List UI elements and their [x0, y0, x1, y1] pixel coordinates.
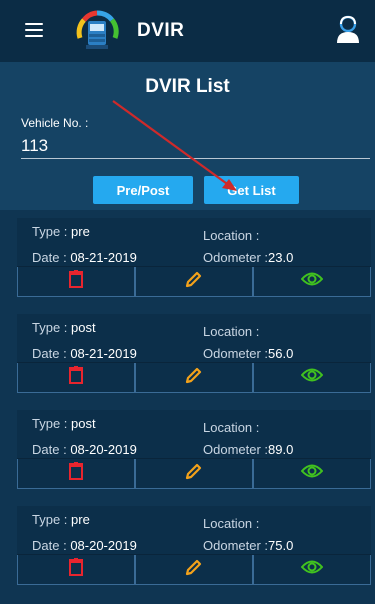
user-icon[interactable] — [335, 14, 361, 44]
type-value: pre — [71, 224, 90, 239]
dvir-card: Type : pre Location : Date : 08-20-2019 Od… — [17, 506, 371, 585]
dvir-card-info: Type : pre Location : Date : 08-20-2019 Od… — [17, 506, 371, 554]
type-row: Type : post — [32, 320, 96, 338]
view-button[interactable] — [253, 363, 371, 393]
type-value: post — [71, 320, 96, 335]
pencil-icon — [185, 462, 203, 485]
type-value: post — [71, 416, 96, 431]
odometer-value: 75.0 — [268, 538, 294, 553]
view-button[interactable] — [253, 555, 371, 585]
type-label: Type : — [32, 512, 68, 527]
eye-icon — [300, 463, 324, 484]
dvir-card-info: Type : post Location : Date : 08-20-2019 O… — [17, 410, 371, 458]
odometer-label: Odometer : — [203, 346, 269, 361]
pencil-icon — [185, 558, 203, 581]
dvir-card-info: Type : pre Location : Date : 08-21-2019 Od… — [17, 218, 371, 266]
vehicle-label: Vehicle No. : — [21, 116, 89, 130]
type-label: Type : — [32, 320, 68, 335]
odometer-label: Odometer : — [203, 538, 269, 553]
pre-post-button[interactable]: Pre/Post — [93, 176, 193, 204]
type-row: Type : pre — [32, 512, 90, 530]
pencil-icon — [185, 270, 203, 293]
view-button[interactable] — [253, 267, 371, 297]
type-label: Type : — [32, 416, 68, 431]
trash-icon — [69, 366, 83, 389]
trash-icon — [69, 270, 83, 293]
location-row: Location : — [203, 420, 259, 438]
card-actions — [17, 362, 371, 393]
delete-button[interactable] — [17, 363, 135, 393]
edit-button[interactable] — [135, 267, 253, 297]
trash-icon — [69, 558, 83, 581]
vehicle-number-input[interactable] — [21, 134, 370, 159]
app-title: DVIR — [137, 20, 185, 41]
card-actions — [17, 458, 371, 489]
date-label: Date : — [32, 346, 67, 361]
date-label: Date : — [32, 442, 67, 457]
get-list-button[interactable]: Get List — [204, 176, 299, 204]
eye-icon — [300, 367, 324, 388]
type-value: pre — [71, 512, 90, 527]
type-row: Type : pre — [32, 224, 90, 242]
edit-button[interactable] — [135, 555, 253, 585]
dvir-search-panel: DVIR List Vehicle No. : Pre/Post Get Lis… — [0, 62, 375, 210]
location-label: Location : — [203, 228, 260, 243]
dvir-card: Type : pre Location : Date : 08-21-2019 Od… — [17, 218, 371, 297]
delete-button[interactable] — [17, 459, 135, 489]
odometer-value: 89.0 — [268, 442, 294, 457]
pencil-icon — [185, 366, 203, 389]
menu-icon[interactable] — [25, 23, 43, 38]
location-row: Location : — [203, 228, 259, 246]
eye-icon — [300, 271, 324, 292]
date-value: 08-21-2019 — [70, 250, 137, 265]
card-actions — [17, 266, 371, 297]
dvir-card: Type : post Location : Date : 08-21-2019 O… — [17, 314, 371, 393]
page-title: DVIR List — [145, 76, 230, 97]
trash-icon — [69, 462, 83, 485]
location-label: Location : — [203, 516, 260, 531]
date-value: 08-20-2019 — [70, 538, 137, 553]
dvir-card: Type : post Location : Date : 08-20-2019 O… — [17, 410, 371, 489]
type-label: Type : — [32, 224, 68, 239]
eye-icon — [300, 559, 324, 580]
location-label: Location : — [203, 324, 260, 339]
odometer-label: Odometer : — [203, 442, 269, 457]
delete-button[interactable] — [17, 267, 135, 297]
card-actions — [17, 554, 371, 585]
location-row: Location : — [203, 324, 259, 342]
odometer-label: Odometer : — [203, 250, 269, 265]
view-button[interactable] — [253, 459, 371, 489]
type-row: Type : post — [32, 416, 96, 434]
edit-button[interactable] — [135, 363, 253, 393]
dvir-card-info: Type : post Location : Date : 08-21-2019 O… — [17, 314, 371, 362]
odometer-value: 23.0 — [268, 250, 294, 265]
location-row: Location : — [203, 516, 259, 534]
location-label: Location : — [203, 420, 260, 435]
app-bar: DVIR — [0, 0, 375, 62]
truck-logo-icon — [76, 10, 119, 49]
edit-button[interactable] — [135, 459, 253, 489]
odometer-value: 56.0 — [268, 346, 294, 361]
delete-button[interactable] — [17, 555, 135, 585]
date-label: Date : — [32, 538, 67, 553]
date-value: 08-21-2019 — [70, 346, 137, 361]
date-label: Date : — [32, 250, 67, 265]
date-value: 08-20-2019 — [70, 442, 137, 457]
